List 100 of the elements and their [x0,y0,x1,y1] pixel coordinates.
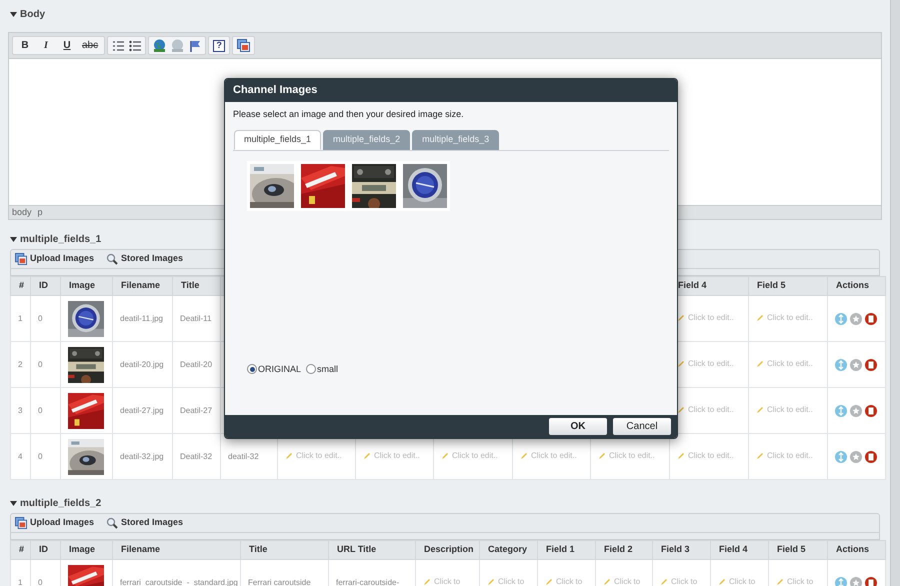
scrollbar[interactable] [890,0,900,586]
column-header: Actions [836,544,870,554]
pencil-icon [441,452,449,460]
dialog-button[interactable]: OK [549,418,607,435]
pencil-icon [545,578,553,586]
caret-icon[interactable] [10,236,17,242]
thumbnail[interactable] [250,164,294,208]
column-header: Actions [836,280,870,290]
table-cell: 0 [38,578,42,586]
thumbnail[interactable] [301,164,345,208]
edit-link[interactable]: Click to edit.. [756,358,813,370]
tab[interactable]: multiple_fields_3 [412,130,500,150]
edit-link[interactable]: Click to edit.. [363,450,420,462]
edit-link[interactable]: Click to edit.. [677,358,734,370]
toolbar-button[interactable]: Stored Images [106,516,184,530]
image-icon[interactable] [237,39,250,52]
table-cell: 1 [18,314,22,322]
element-path-item[interactable]: body [12,206,32,220]
tab[interactable]: multiple_fields_1 [234,130,322,150]
edit-link[interactable]: Click to edit.. [677,450,734,462]
edit-link[interactable]: Click to edit.. [677,404,734,416]
pencil-icon [285,452,293,460]
pencil-icon [677,314,685,322]
tab[interactable]: multiple_fields_2 [323,130,410,150]
trash-icon[interactable] [865,404,877,416]
numbered-list-icon[interactable] [112,40,124,52]
pencil-icon [756,314,764,322]
table-cell: 0 [38,314,42,322]
column-header: Category [488,544,528,554]
column-header: Title [181,280,200,290]
pencil-icon [677,452,685,460]
table-cell: Deatil-20 [180,360,212,368]
pencil-icon [363,452,371,460]
radio-label: ORIGINAL [258,362,302,376]
toolbar-button[interactable]: Upload Images [15,516,94,530]
table-cell: Deatil-11 [180,314,212,322]
table-cell: 0 [38,452,42,460]
globe-icon[interactable] [153,39,166,52]
table-cell: deatil-11.jpg [120,314,163,322]
star-icon[interactable] [850,312,862,324]
element-path-item[interactable]: p [38,206,43,220]
table-cell: deatil-27.jpg [120,406,164,414]
thumbnail[interactable] [403,164,447,208]
column-header: Field 5 [757,280,786,290]
edit-link[interactable]: Click to edit.. [441,450,498,462]
toolbar-button[interactable]: Upload Images [15,252,94,266]
pencil-icon [756,406,764,414]
star-icon[interactable] [850,404,862,416]
pencil-icon [677,406,685,414]
column-header: Title [249,544,268,554]
column-header: Image [69,280,96,290]
column-header: # [19,280,24,290]
star-icon[interactable] [850,358,862,370]
edit-link[interactable]: Click to edit.. [756,404,813,416]
trash-icon[interactable] [865,450,877,462]
edit-link[interactable]: Click to edit.. [285,450,342,462]
column-header: Image [69,544,96,554]
column-header: ID [39,280,48,290]
table-cell: 2 [18,360,22,368]
table-cell: deatil-32 [228,452,259,460]
table-cell: Ferrari caroutside [248,578,311,586]
caret-icon[interactable] [10,500,17,506]
radio-button[interactable] [247,364,257,374]
strikethrough-button[interactable]: abc [80,38,100,54]
pencil-icon [520,452,528,460]
column-header: Field 2 [604,544,633,554]
edit-link[interactable]: Click to edit.. [598,450,655,462]
italic-button[interactable]: I [38,38,54,54]
toolbar-button[interactable]: Stored Images [106,252,184,266]
table-cell: 4 [18,452,22,460]
edit-link[interactable]: Click to edit.. [520,450,577,462]
edit-link[interactable]: Click to edit.. [677,312,734,324]
trash-icon[interactable] [865,312,877,324]
column-header: Field 4 [719,544,748,554]
image-icon [15,253,27,265]
underline-button[interactable]: U [59,38,75,54]
edit-link[interactable]: Click to edit.. [756,450,813,462]
bold-button[interactable]: B [17,38,33,54]
field-label: Body [20,8,45,22]
pencil-icon [423,578,431,586]
radio-button[interactable] [306,364,316,374]
star-icon[interactable] [850,576,862,586]
table-cell: 3 [18,406,22,414]
flag-icon[interactable] [189,40,202,52]
table-cell: 0 [38,406,42,414]
caret-icon[interactable] [10,12,17,16]
table-cell: deatil-20.jpg [120,360,164,368]
radio-label: small [317,362,338,376]
thumbnail[interactable] [352,164,396,208]
bullet-list-icon[interactable] [129,40,142,52]
pencil-icon [718,578,726,586]
dialog-button[interactable]: Cancel [613,418,671,435]
edit-link[interactable]: Click to edit.. [756,312,813,324]
help-button[interactable]: ? [213,40,226,52]
star-icon[interactable] [850,450,862,462]
column-header: Field 3 [661,544,690,554]
instruction-text: Please select an image and then your desired image size. [233,108,465,121]
trash-icon[interactable] [865,576,877,586]
pencil-icon [756,452,764,460]
trash-icon[interactable] [865,358,877,370]
